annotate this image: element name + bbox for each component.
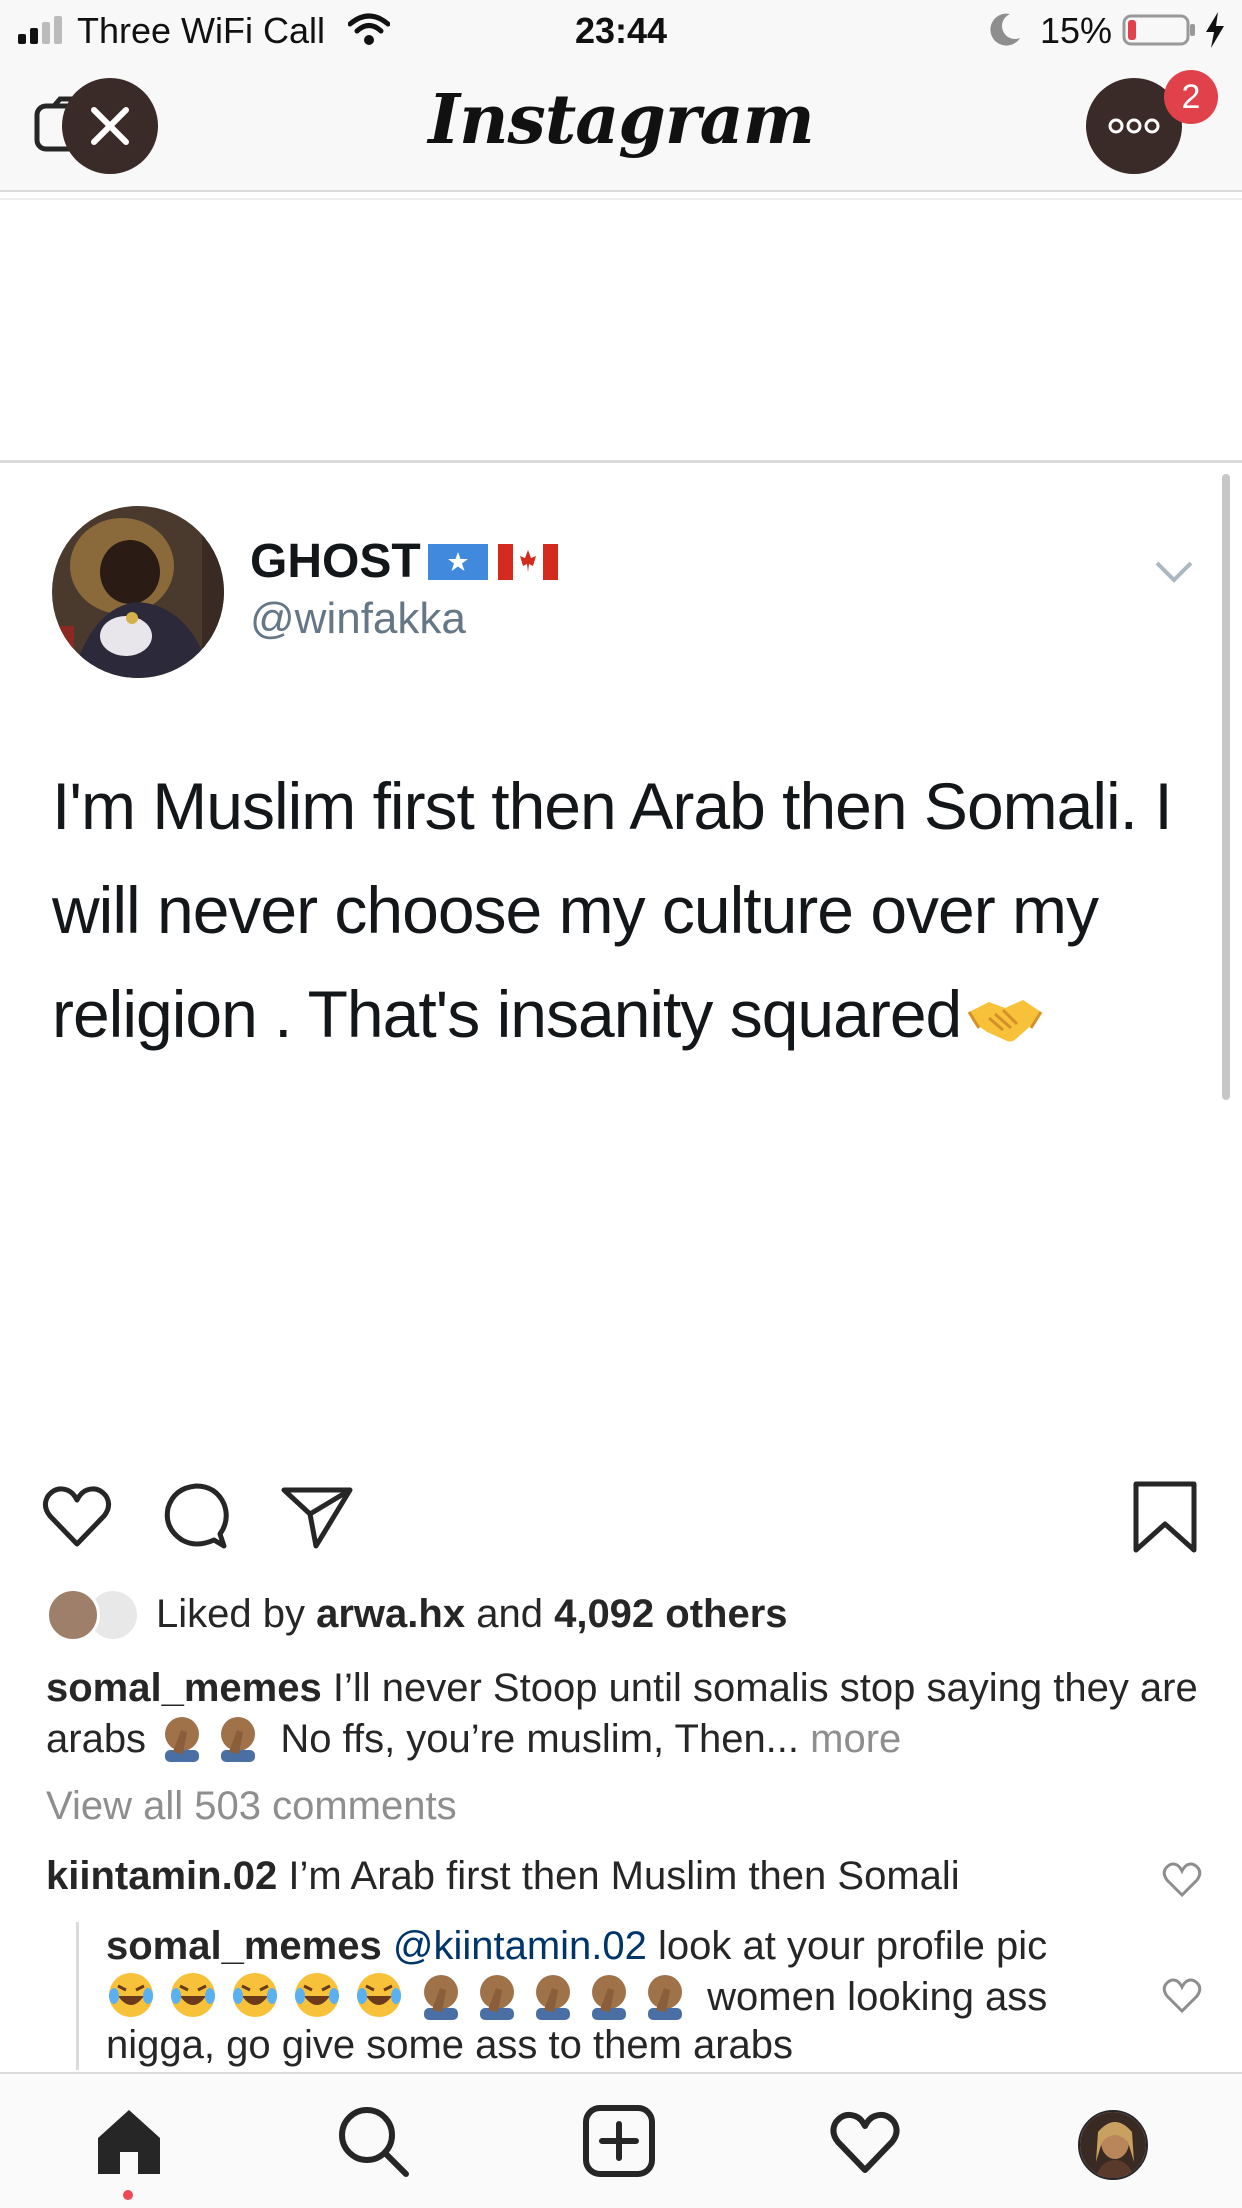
notification-badge: 2 xyxy=(1164,70,1218,124)
facepalm-emoji-icon xyxy=(592,1975,626,2020)
facepalm-emoji-icon xyxy=(480,1975,514,2020)
likes-row[interactable]: Liked by arwa.hx and 4,092 others xyxy=(46,1588,1196,1646)
heart-icon[interactable] xyxy=(40,1480,114,1554)
charging-icon xyxy=(1206,12,1224,48)
instagram-logo: Instagram xyxy=(428,80,814,160)
caption-username[interactable]: somal_memes xyxy=(46,1666,322,1710)
reply-like-icon[interactable] xyxy=(1162,1978,1202,2014)
home-icon[interactable] xyxy=(92,2104,166,2178)
laughing-emoji-icon xyxy=(171,1973,215,2017)
view-all-comments-link[interactable]: View all 503 comments xyxy=(46,1784,457,1829)
facepalm-emoji-icon xyxy=(648,1975,682,2020)
search-icon[interactable] xyxy=(336,2104,410,2178)
do-not-disturb-icon xyxy=(990,13,1020,46)
nav-bar: Instagram 2 xyxy=(0,62,1242,192)
tweet-handle: @winfakka xyxy=(250,594,466,643)
status-bar: Three WiFi Call 23:44 15% xyxy=(0,0,1242,62)
facepalm-emoji-icon xyxy=(536,1975,570,2020)
tweet-text: I'm Muslim first then Arab then Somali. … xyxy=(52,769,1173,1051)
bookmark-icon[interactable] xyxy=(1128,1480,1202,1554)
battery-percent: 15% xyxy=(1040,10,1113,51)
facepalm-emoji-icon xyxy=(424,1975,458,2020)
bottom-tab-bar xyxy=(0,2072,1242,2208)
handshake-emoji-icon xyxy=(967,999,1043,1042)
post-caption: somal_memes I’ll never Stoop until somal… xyxy=(46,1666,1198,1762)
tweet-avatar xyxy=(52,506,224,678)
facepalm-emoji-icon xyxy=(165,1717,200,1762)
scrollbar[interactable] xyxy=(1222,474,1230,1100)
activity-heart-icon[interactable] xyxy=(828,2104,902,2178)
flag-icons xyxy=(428,544,558,580)
reply-thread-line xyxy=(76,1922,79,2070)
liker-avatar xyxy=(46,1588,100,1642)
reply-mention[interactable]: @kiintamin.02 xyxy=(393,1924,647,1968)
more-icon xyxy=(1108,118,1160,134)
comment-reply: somal_memes @kiintamin.02 look at your p… xyxy=(106,1924,1048,2067)
reply-username[interactable]: somal_memes xyxy=(106,1924,382,1968)
profile-avatar[interactable] xyxy=(1078,2110,1148,2180)
caption-more-link[interactable]: more xyxy=(810,1717,901,1761)
laughing-emoji-icon xyxy=(109,1973,153,2017)
laughing-emoji-icon xyxy=(295,1973,339,2017)
comment-icon[interactable] xyxy=(160,1480,234,1554)
chevron-down-icon xyxy=(1155,561,1193,583)
likes-count[interactable]: 4,092 others xyxy=(554,1592,787,1636)
feed-spacer xyxy=(0,198,1242,463)
home-indicator-dot xyxy=(123,2190,133,2200)
laughing-emoji-icon xyxy=(233,1973,277,2017)
facepalm-emoji-icon xyxy=(221,1717,256,1762)
liked-by-user[interactable]: arwa.hx xyxy=(316,1592,465,1636)
share-icon[interactable] xyxy=(280,1480,354,1554)
likes-summary: Liked by arwa.hx and 4,092 others xyxy=(156,1592,788,1636)
comment-like-icon[interactable] xyxy=(1162,1862,1202,1898)
battery-icon xyxy=(1122,14,1195,46)
laughing-emoji-icon xyxy=(357,1973,401,2017)
comment-item: kiintamin.02 I’m Arab first then Muslim … xyxy=(46,1854,960,1898)
comment-username[interactable]: kiintamin.02 xyxy=(46,1854,277,1898)
post-actions xyxy=(0,1462,1242,1572)
add-post-icon[interactable] xyxy=(582,2104,656,2178)
tweet-display-name: GHOST xyxy=(250,535,421,588)
post-image[interactable]: GHOST @winfakka I'm Muslim first then Ar… xyxy=(0,466,1242,1461)
